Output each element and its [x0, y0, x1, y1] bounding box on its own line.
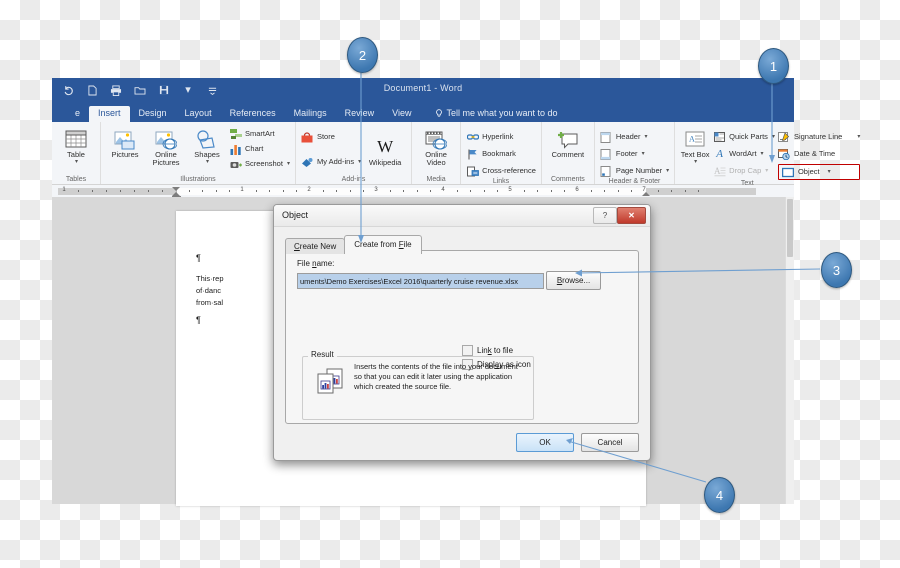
callout-marker-1: 1: [758, 48, 789, 84]
callout-marker-3: 3: [821, 252, 852, 288]
callout-marker-4: 4: [704, 477, 735, 513]
callout-marker-2: 2: [347, 37, 378, 73]
callout-leader-lines: [358, 68, 821, 483]
